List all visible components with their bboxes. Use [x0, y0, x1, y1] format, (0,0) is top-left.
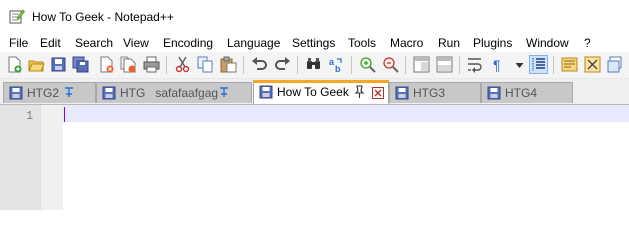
indent-guide-icon[interactable]: [529, 55, 548, 74]
document-map-icon[interactable]: [561, 56, 578, 73]
save-icon: [102, 86, 116, 100]
menu-help[interactable]: ?: [584, 36, 591, 50]
menu-search[interactable]: Search: [75, 36, 113, 50]
tab-htg2[interactable]: HTG2: [3, 82, 96, 103]
pin-icon[interactable]: [63, 86, 75, 100]
save-icon: [259, 85, 273, 99]
tab-label: How To Geek: [277, 85, 349, 99]
close-icon[interactable]: [98, 56, 115, 73]
find-icon[interactable]: [305, 56, 322, 73]
menu-window[interactable]: Window: [526, 36, 569, 50]
paste-icon[interactable]: [220, 56, 237, 73]
save-icon: [9, 86, 23, 100]
tab-bar: HTG2 HTG safafaafgag How To Geek HTG3 HT…: [0, 79, 629, 105]
tab-label: HTG2: [27, 86, 60, 100]
pin-icon[interactable]: [353, 85, 365, 99]
pin-icon[interactable]: [218, 86, 230, 100]
sync-vertical-icon[interactable]: [413, 56, 430, 73]
svg-text:¶: ¶: [493, 57, 501, 73]
open-file-icon[interactable]: [28, 56, 45, 73]
copy-icon[interactable]: [197, 56, 214, 73]
fold-margin[interactable]: [40, 105, 63, 210]
undo-icon[interactable]: [251, 56, 268, 73]
replace-icon[interactable]: ab: [328, 56, 345, 73]
save-icon: [487, 86, 501, 100]
function-list-icon[interactable]: [584, 56, 601, 73]
folder-as-workspace-icon[interactable]: [607, 56, 624, 73]
zoom-in-icon[interactable]: [359, 56, 376, 73]
menu-settings[interactable]: Settings: [292, 36, 335, 50]
menu-edit[interactable]: Edit: [40, 36, 61, 50]
menu-encoding[interactable]: Encoding: [163, 36, 213, 50]
menu-language[interactable]: Language: [227, 36, 280, 50]
tab-htg3[interactable]: HTG3: [389, 82, 481, 103]
close-all-icon[interactable]: [120, 56, 137, 73]
menu-macro[interactable]: Macro: [390, 36, 423, 50]
text-caret: [64, 107, 65, 122]
svg-text:b: b: [335, 64, 341, 73]
menu-plugins[interactable]: Plugins: [473, 36, 512, 50]
toolbar: ab ¶: [0, 52, 629, 79]
save-icon: [395, 86, 409, 100]
tab-how-to-geek[interactable]: How To Geek: [253, 80, 389, 104]
cut-icon[interactable]: [174, 56, 191, 73]
notepad-plus-plus-icon: [9, 8, 25, 24]
tab-label: HTG safafaafgag: [120, 86, 219, 100]
line-number: 1: [26, 109, 34, 123]
tab-htg4[interactable]: HTG4: [481, 82, 573, 103]
close-tab-icon[interactable]: [372, 87, 384, 99]
window-title: How To Geek - Notepad++: [32, 10, 174, 24]
save-all-icon[interactable]: [72, 56, 89, 73]
print-icon[interactable]: [143, 56, 160, 73]
dropdown-icon[interactable]: [511, 56, 524, 73]
sync-horizontal-icon[interactable]: [436, 56, 453, 73]
show-all-characters-icon[interactable]: ¶: [490, 56, 507, 73]
redo-icon[interactable]: [274, 56, 291, 73]
menu-run[interactable]: Run: [438, 36, 460, 50]
current-line-highlight: [63, 105, 629, 122]
new-file-icon[interactable]: [6, 56, 23, 73]
menu-bar: File Edit Search View Encoding Language …: [0, 34, 629, 52]
save-icon[interactable]: [50, 56, 67, 73]
line-number-margin: 1: [0, 105, 40, 210]
menu-tools[interactable]: Tools: [348, 36, 376, 50]
tab-label: HTG4: [505, 86, 538, 100]
title-bar: How To Geek - Notepad++: [0, 0, 629, 34]
menu-view[interactable]: View: [123, 36, 149, 50]
tab-htg-safafaafgag[interactable]: HTG safafaafgag: [96, 82, 252, 103]
word-wrap-icon[interactable]: [467, 56, 484, 73]
zoom-out-icon[interactable]: [382, 56, 399, 73]
editor[interactable]: 1: [0, 105, 629, 210]
tab-label: HTG3: [413, 86, 446, 100]
menu-file[interactable]: File: [9, 36, 28, 50]
